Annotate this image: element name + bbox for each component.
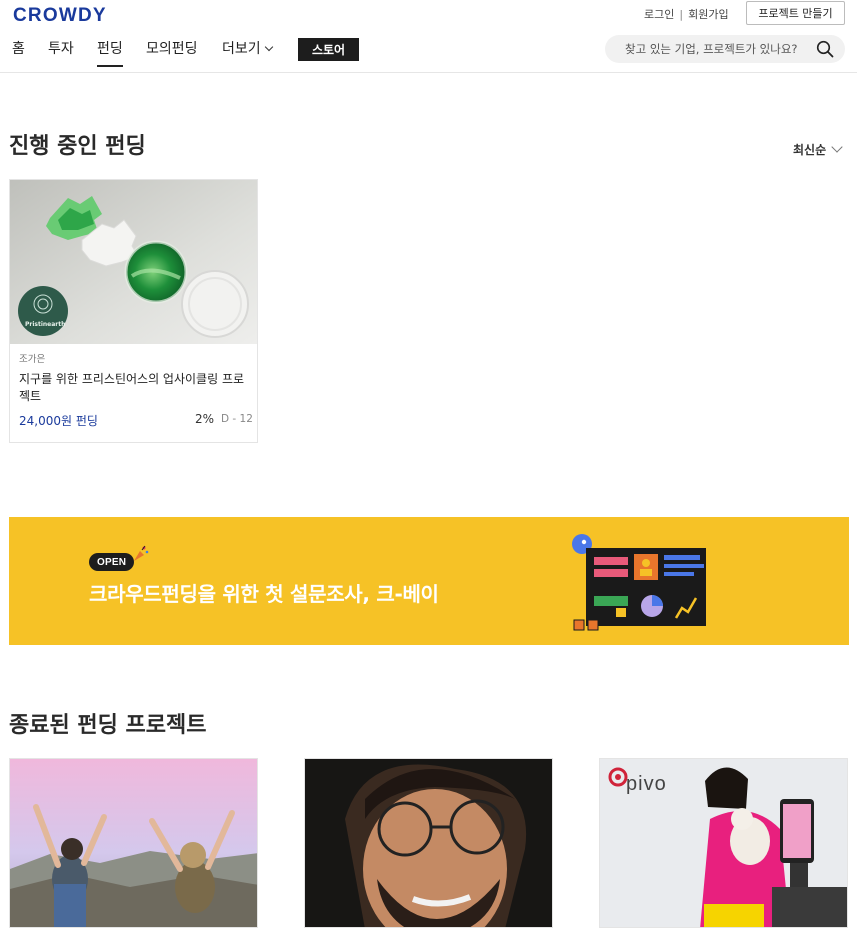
sort-label: 최신순 — [793, 143, 827, 157]
nav-invest[interactable]: 투자 — [48, 38, 74, 58]
maker-name: 조가은 — [19, 354, 46, 365]
nav-more[interactable]: 더보기 — [222, 38, 273, 58]
project-thumbnail — [10, 759, 257, 927]
site-header: CROWDY 로그인 | 회원가입 프로젝트 만들기 홈 투자 펀딩 모의펀딩 … — [0, 0, 857, 73]
days-remaining: D - 12 — [221, 413, 253, 425]
crowdy-logo[interactable]: CROWDY — [13, 5, 107, 27]
login-link[interactable]: 로그인 — [644, 6, 674, 22]
chevron-down-icon — [831, 140, 843, 153]
search-bar — [605, 35, 845, 63]
project-thumbnail — [305, 759, 552, 927]
sort-dropdown[interactable]: 최신순 — [793, 140, 843, 158]
ended-funding-card[interactable] — [304, 758, 553, 928]
search-input[interactable] — [625, 35, 810, 63]
store-button[interactable]: 스토어 — [298, 38, 359, 61]
survey-banner[interactable]: OPEN 크라우드펀딩을 위한 첫 설문조사, 크-베이 — [9, 517, 849, 645]
signup-link[interactable]: 회원가입 — [688, 6, 728, 22]
project-thumbnail: Pristinearth — [10, 180, 257, 344]
dashboard-illustration — [572, 534, 706, 631]
ended-funding-card[interactable] — [9, 758, 258, 928]
auth-links: 로그인 | 회원가입 — [644, 6, 729, 22]
chevron-down-icon — [264, 42, 273, 52]
funding-card[interactable]: Pristinearth 조가은 지구를 위한 프리스틴어스의 업사이클링 프로… — [9, 179, 258, 443]
banner-headline: 크라우드펀딩을 위한 첫 설문조사, 크-베이 — [89, 582, 439, 606]
nav-mock-funding[interactable]: 모의펀딩 — [146, 38, 198, 58]
project-title[interactable]: 지구를 위한 프리스틴어스의 업사이클링 프로젝트 — [19, 371, 251, 405]
ended-section-title: 종료된 펀딩 프로젝트 — [9, 713, 207, 738]
nav-home[interactable]: 홈 — [12, 38, 25, 58]
make-project-button[interactable]: 프로젝트 만들기 — [746, 1, 845, 25]
maker-logo-text: Pristinearth — [25, 321, 66, 328]
ongoing-section-title: 진행 중인 펀딩 — [9, 134, 146, 159]
funding-amount: 24,000원 펀딩 — [19, 414, 98, 428]
auth-separator: | — [679, 7, 684, 21]
pivo-logo-text: pivo — [626, 773, 667, 795]
nav-funding[interactable]: 펀딩 — [97, 38, 123, 67]
nav-more-label: 더보기 — [222, 41, 261, 57]
ended-funding-card[interactable]: pivo — [599, 758, 848, 928]
search-icon[interactable] — [816, 40, 834, 58]
party-popper-icon — [134, 545, 149, 561]
open-badge: OPEN — [89, 553, 135, 571]
funding-percent: 2% — [195, 412, 215, 426]
